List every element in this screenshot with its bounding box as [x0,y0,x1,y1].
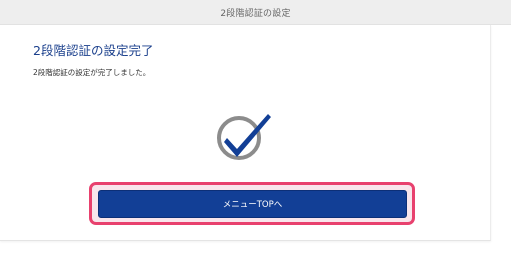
header-title: 2段階認証の設定 [220,9,291,19]
checkmark-icon [217,114,271,160]
page-title: 2段階認証の設定完了 [33,43,154,58]
completion-message: 2段階認証の設定が完了しました。 [33,68,151,77]
header-bar: 2段階認証の設定 [0,0,511,25]
menu-top-button[interactable]: メニューTOPへ [98,190,407,218]
content-card: 2段階認証の設定完了 2段階認証の設定が完了しました。 メニューTOPへ [0,25,491,241]
